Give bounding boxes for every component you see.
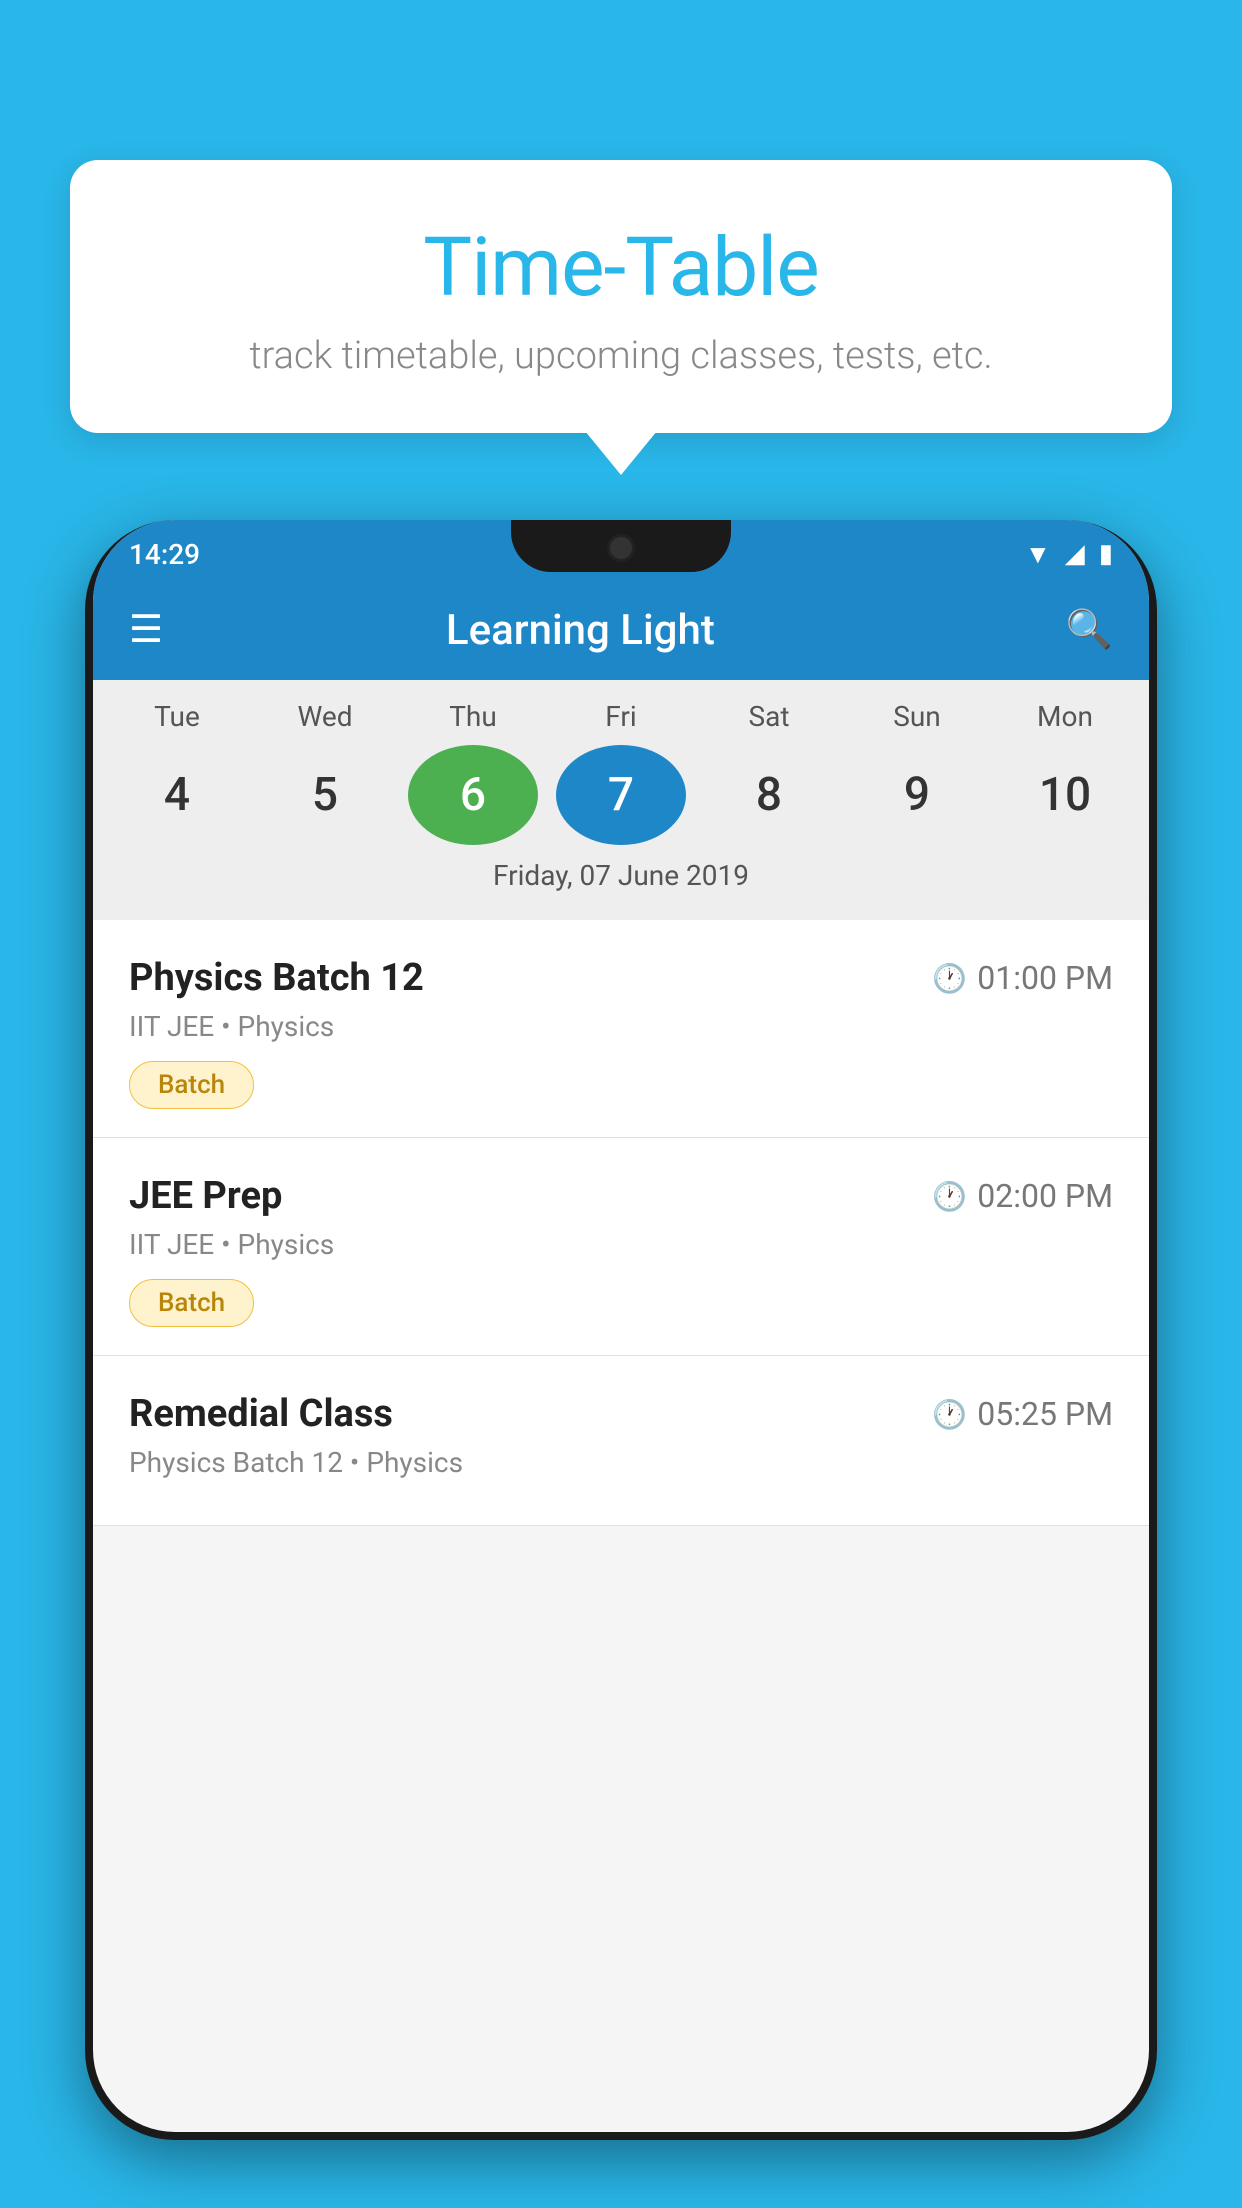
hamburger-icon[interactable]: ☰ [129, 611, 163, 649]
schedule-item-2-title: JEE Prep [129, 1174, 282, 1218]
date-8[interactable]: 8 [704, 745, 834, 845]
wifi-icon: ▼ [1025, 539, 1051, 570]
batch-badge-2: Batch [129, 1279, 254, 1327]
schedule-item-2-time-text: 02:00 PM [977, 1177, 1113, 1215]
day-fri: Fri [556, 700, 686, 733]
clock-icon-2: 🕐 [932, 1180, 967, 1213]
volume-button [85, 980, 93, 1060]
date-4[interactable]: 4 [112, 745, 242, 845]
search-icon[interactable]: 🔍 [1066, 608, 1113, 652]
day-thu: Thu [408, 700, 538, 733]
schedule-item-3-time-text: 05:25 PM [977, 1395, 1113, 1433]
calendar-strip: Tue Wed Thu Fri Sat Sun Mon 4 5 6 7 8 9 … [93, 680, 1149, 920]
day-row: Tue Wed Thu Fri Sat Sun Mon [103, 700, 1139, 733]
schedule-list: Physics Batch 12 🕐 01:00 PM IIT JEE • Ph… [93, 920, 1149, 1526]
clock-icon-3: 🕐 [932, 1398, 967, 1431]
signal-icon: ◢ [1065, 539, 1085, 569]
power-button-bottom [1149, 1010, 1157, 1090]
date-7-selected[interactable]: 7 [556, 745, 686, 845]
bubble-title: Time-Table [120, 220, 1122, 316]
battery-icon: ▮ [1099, 539, 1113, 569]
status-icons: ▼ ◢ ▮ [1025, 539, 1113, 570]
phone-notch [511, 520, 731, 572]
schedule-item-2-header: JEE Prep 🕐 02:00 PM [129, 1174, 1113, 1218]
batch-badge-1: Batch [129, 1061, 254, 1109]
schedule-item-1-time-text: 01:00 PM [977, 959, 1113, 997]
phone-frame: 14:29 ▼ ◢ ▮ ☰ Learning Light 🔍 Tu [85, 520, 1157, 2140]
selected-date-label: Friday, 07 June 2019 [103, 845, 1139, 910]
day-tue: Tue [112, 700, 242, 733]
power-button-top [1149, 900, 1157, 980]
schedule-item-1-time: 🕐 01:00 PM [932, 959, 1113, 997]
phone-screen: 14:29 ▼ ◢ ▮ ☰ Learning Light 🔍 Tu [93, 520, 1149, 2132]
day-wed: Wed [260, 700, 390, 733]
schedule-item-3-header: Remedial Class 🕐 05:25 PM [129, 1392, 1113, 1436]
schedule-item-1[interactable]: Physics Batch 12 🕐 01:00 PM IIT JEE • Ph… [93, 920, 1149, 1138]
schedule-item-3-time: 🕐 05:25 PM [932, 1395, 1113, 1433]
schedule-item-2-subtitle: IIT JEE • Physics [129, 1228, 1113, 1261]
status-time: 14:29 [129, 538, 200, 571]
date-row: 4 5 6 7 8 9 10 [103, 745, 1139, 845]
schedule-item-1-title: Physics Batch 12 [129, 956, 424, 1000]
schedule-item-3-subtitle: Physics Batch 12 • Physics [129, 1446, 1113, 1479]
bubble-subtitle: track timetable, upcoming classes, tests… [120, 334, 1122, 378]
clock-icon-1: 🕐 [932, 962, 967, 995]
date-5[interactable]: 5 [260, 745, 390, 845]
day-mon: Mon [1000, 700, 1130, 733]
schedule-item-3[interactable]: Remedial Class 🕐 05:25 PM Physics Batch … [93, 1356, 1149, 1526]
speech-bubble: Time-Table track timetable, upcoming cla… [70, 160, 1172, 433]
date-9[interactable]: 9 [852, 745, 982, 845]
date-6-today[interactable]: 6 [408, 745, 538, 845]
app-bar: ☰ Learning Light 🔍 [93, 580, 1149, 680]
day-sat: Sat [704, 700, 834, 733]
schedule-item-1-header: Physics Batch 12 🕐 01:00 PM [129, 956, 1113, 1000]
schedule-item-3-title: Remedial Class [129, 1392, 393, 1436]
schedule-item-1-subtitle: IIT JEE • Physics [129, 1010, 1113, 1043]
phone-camera [607, 534, 635, 562]
schedule-item-2-time: 🕐 02:00 PM [932, 1177, 1113, 1215]
day-sun: Sun [852, 700, 982, 733]
schedule-item-2[interactable]: JEE Prep 🕐 02:00 PM IIT JEE • Physics Ba… [93, 1138, 1149, 1356]
date-10[interactable]: 10 [1000, 745, 1130, 845]
phone-wrapper: 14:29 ▼ ◢ ▮ ☰ Learning Light 🔍 Tu [85, 520, 1157, 2208]
app-bar-title: Learning Light [193, 606, 968, 655]
